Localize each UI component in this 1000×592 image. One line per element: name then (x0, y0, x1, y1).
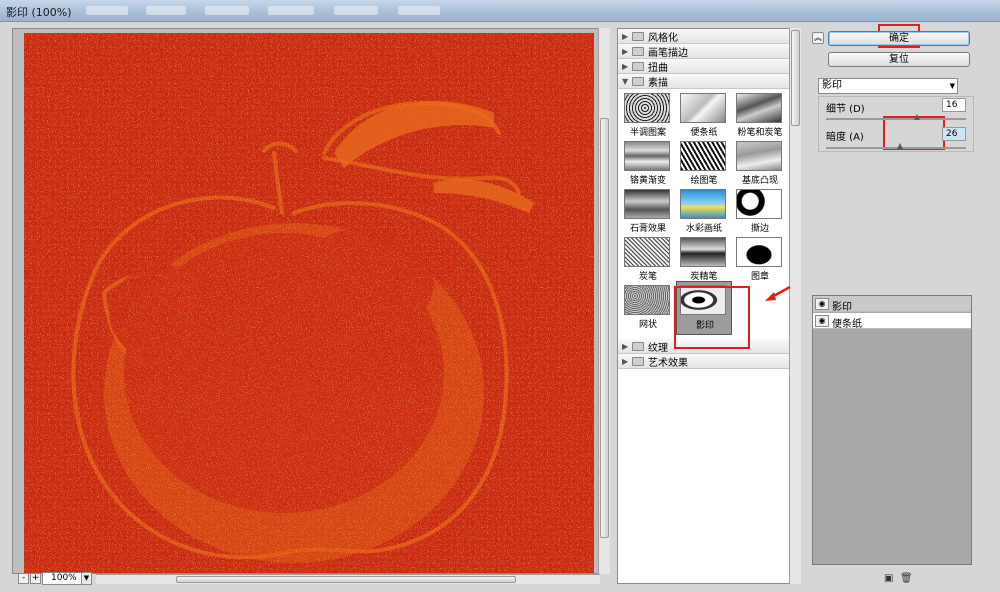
collapse-gallery-button[interactable]: ︽ (812, 32, 824, 44)
filter-select-value: 影印 (822, 80, 842, 91)
category-brush-strokes[interactable]: ▶ 画笔描边 (618, 44, 800, 59)
darkness-slider-handle[interactable] (897, 143, 903, 149)
effect-layer[interactable]: ◉ 便条纸 (813, 313, 971, 330)
folder-icon (632, 46, 644, 56)
eye-icon[interactable]: ◉ (815, 315, 829, 327)
blurred-menu-item (398, 6, 440, 15)
preview-image (24, 33, 594, 573)
blurred-menu-item (205, 6, 249, 15)
chevron-down-icon: ▼ (949, 82, 955, 90)
title-bar: 影印 (100%) (0, 0, 1000, 22)
expand-triangle-icon: ▶ (622, 46, 629, 56)
expand-triangle-icon: ▶ (622, 341, 629, 351)
open-folder-icon (632, 76, 644, 86)
detail-value-field[interactable]: 16 (942, 98, 966, 112)
preview-canvas[interactable] (12, 28, 600, 574)
filter-thumb[interactable]: 图章 (734, 235, 786, 285)
effect-layers-panel: ◉ 影印 ◉ 便条纸 (812, 295, 972, 565)
effect-layer[interactable]: ◉ 影印 (813, 296, 971, 313)
category-sketch[interactable]: ▼ 素描 (618, 74, 800, 89)
filter-thumb[interactable]: 炭精笔 (678, 235, 730, 285)
filter-select[interactable]: 影印 ▼ (818, 78, 958, 94)
folder-icon (632, 356, 644, 366)
filter-thumb[interactable]: 半调图案 (622, 91, 674, 141)
filter-thumb[interactable]: 网状 (622, 283, 674, 333)
zoom-out-button[interactable]: - (18, 573, 29, 584)
expand-triangle-icon: ▶ (622, 61, 629, 71)
filter-thumb[interactable]: 石膏效果 (622, 187, 674, 237)
category-label: 纹理 (648, 342, 668, 354)
ok-button[interactable]: 确定 (828, 31, 970, 46)
folder-icon (632, 341, 644, 351)
filter-thumb[interactable]: 便条纸 (678, 91, 730, 141)
eye-icon[interactable]: ◉ (815, 298, 829, 310)
category-label: 扭曲 (648, 62, 668, 74)
filter-thumb[interactable]: 炭笔 (622, 235, 674, 285)
zoom-level-field[interactable]: 100% (42, 572, 82, 585)
detail-slider-handle[interactable] (914, 114, 920, 120)
filter-thumb[interactable]: 粉笔和炭笔 (734, 91, 786, 141)
annotation-arrow-icon (765, 285, 791, 301)
darkness-value-field[interactable]: 26 (942, 127, 966, 141)
zoom-in-button[interactable]: + (30, 573, 41, 584)
window-title: 影印 (100%) (6, 6, 72, 19)
filter-thumb[interactable]: 铬黄渐变 (622, 139, 674, 189)
collapse-triangle-icon: ▼ (622, 76, 629, 86)
filter-thumb[interactable]: 绘图笔 (678, 139, 730, 189)
filter-thumb[interactable]: 基底凸现 (734, 139, 786, 189)
blurred-menu-item (86, 6, 128, 15)
highlight-box (674, 286, 750, 349)
zoom-dropdown-icon[interactable]: ▼ (81, 572, 92, 585)
blurred-menu-item (334, 6, 378, 15)
category-artistic[interactable]: ▶ 艺术效果 (618, 354, 800, 369)
category-label: 素描 (648, 77, 668, 89)
expand-triangle-icon: ▶ (622, 356, 629, 366)
detail-slider[interactable] (826, 118, 966, 120)
expand-triangle-icon: ▶ (622, 31, 629, 41)
detail-label: 细节 (D) (826, 104, 865, 115)
new-layer-icon[interactable]: ▣ (884, 573, 893, 584)
gallery-scrollbar[interactable] (789, 28, 801, 584)
category-label: 艺术效果 (648, 357, 688, 369)
preview-horizontal-scrollbar[interactable] (96, 574, 600, 584)
trash-icon[interactable]: 🗑 (900, 573, 913, 584)
filter-thumb[interactable]: 撕边 (734, 187, 786, 237)
folder-icon (632, 61, 644, 71)
darkness-label: 暗度 (A) (826, 132, 864, 143)
blurred-menu-item (146, 6, 186, 15)
blurred-menu-item (268, 6, 314, 15)
category-label: 画笔描边 (648, 47, 688, 59)
preview-vertical-scrollbar[interactable] (598, 28, 610, 574)
darkness-slider[interactable] (826, 147, 966, 149)
category-stylize[interactable]: ▶ 风格化 (618, 29, 800, 44)
reset-button[interactable]: 复位 (828, 52, 970, 67)
category-distort[interactable]: ▶ 扭曲 (618, 59, 800, 74)
filter-thumb[interactable]: 水彩画纸 (678, 187, 730, 237)
folder-icon (632, 31, 644, 41)
category-label: 风格化 (648, 32, 678, 44)
